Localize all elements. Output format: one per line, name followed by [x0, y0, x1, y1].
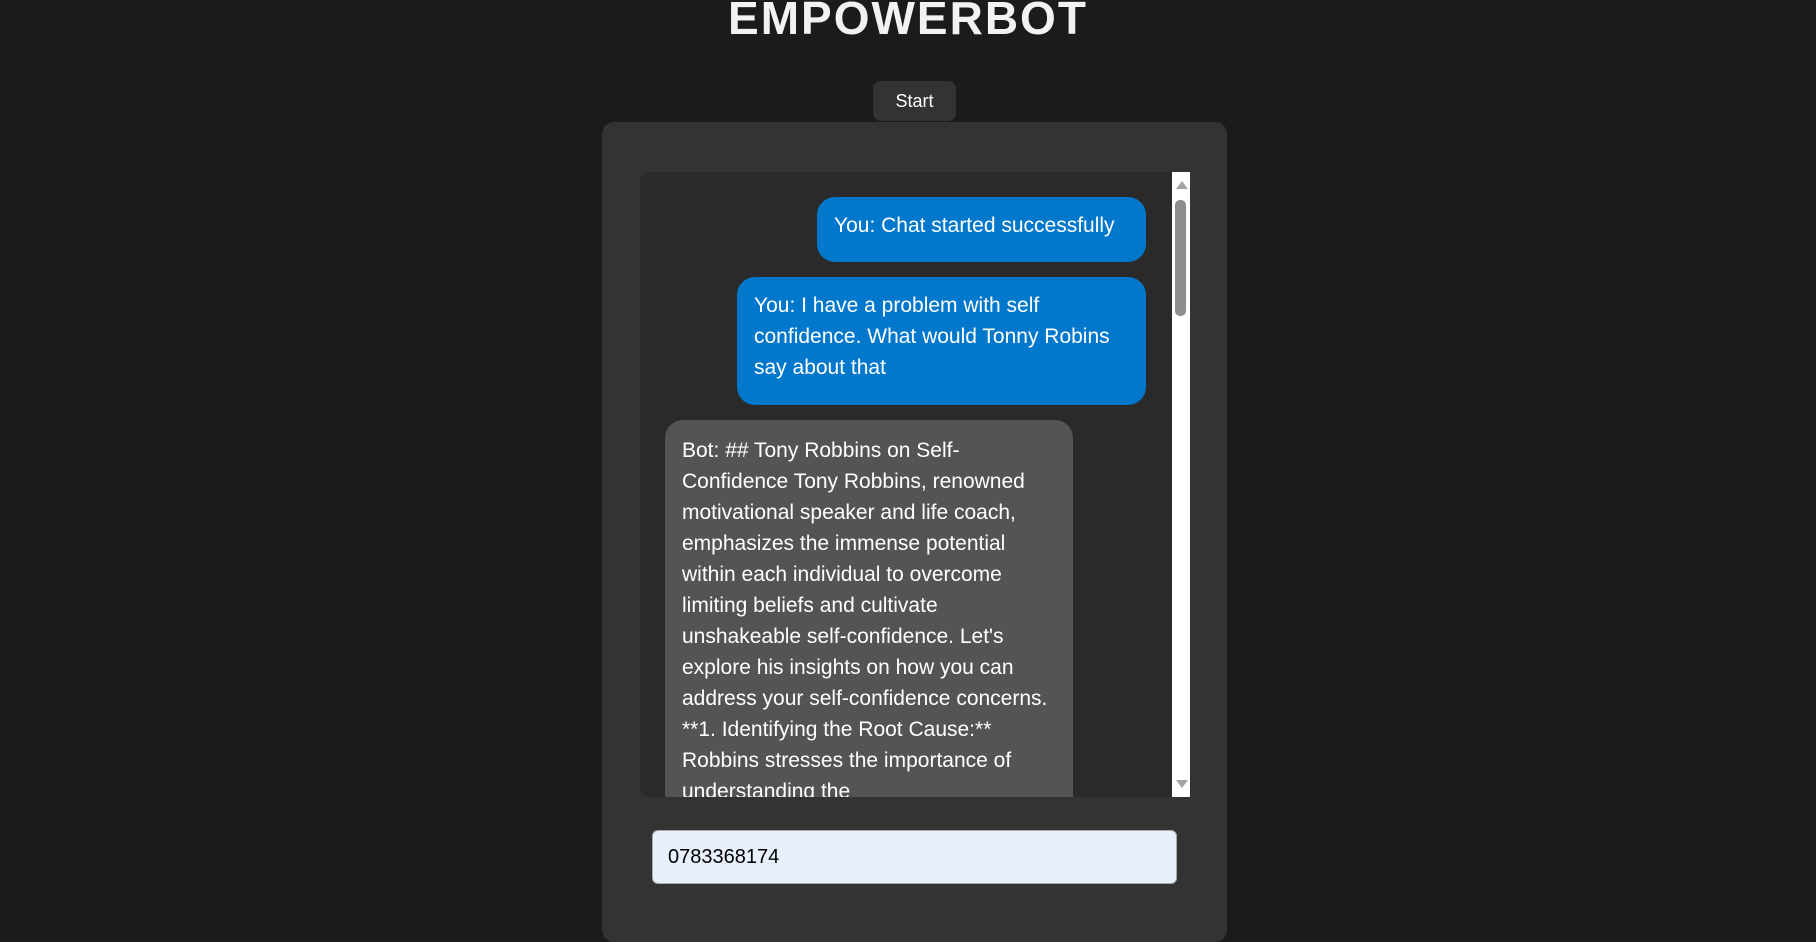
- messages-viewport: Bot: ## Tony Robbins on Self-Confidence …: [640, 172, 1172, 797]
- scroll-down-arrow-icon[interactable]: [1176, 780, 1188, 788]
- scroll-up-arrow-icon[interactable]: [1176, 181, 1188, 189]
- messages-scrollbar[interactable]: [1172, 172, 1190, 797]
- start-button[interactable]: Start: [873, 81, 956, 121]
- page-title: EMPOWERBOT: [728, 0, 1088, 44]
- message-input[interactable]: [652, 830, 1177, 884]
- scroll-thumb[interactable]: [1175, 200, 1186, 316]
- bot-message: Bot: ## Tony Robbins on Self-Confidence …: [665, 420, 1073, 797]
